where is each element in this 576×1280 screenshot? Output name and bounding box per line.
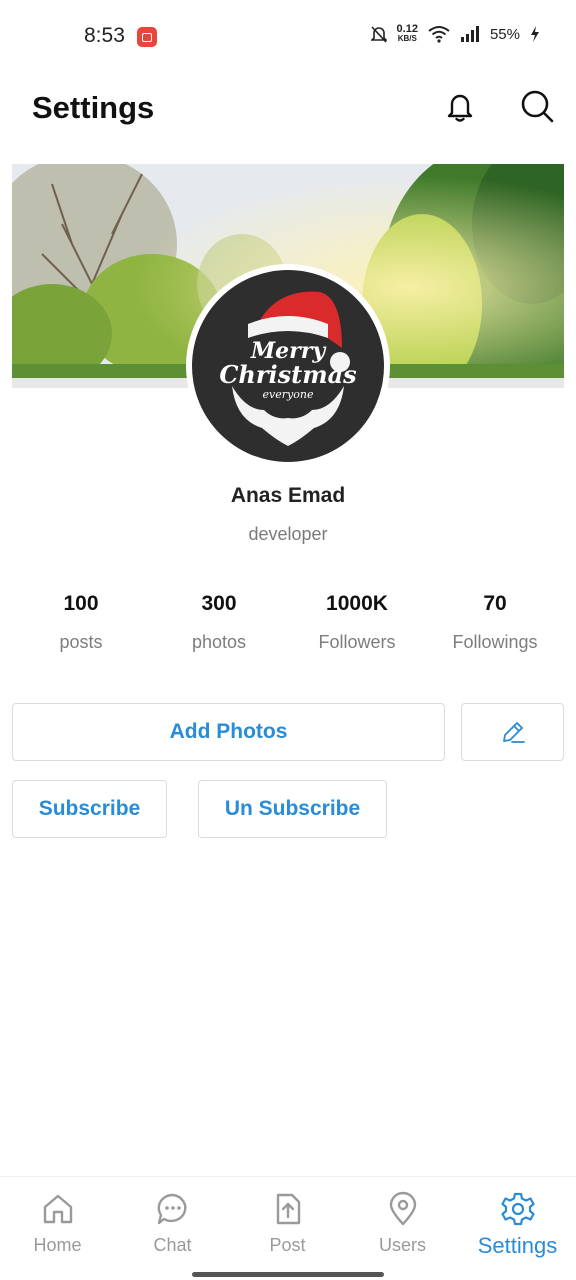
stat-followers[interactable]: 1000K Followers (288, 592, 426, 653)
location-icon (389, 1191, 416, 1226)
upload-icon (276, 1193, 300, 1225)
subscribe-button[interactable]: Subscribe (12, 780, 167, 838)
nav-label: Home (33, 1235, 82, 1255)
net-speed: 0.12 KB/S (397, 24, 418, 44)
screen-record-icon (137, 27, 157, 47)
stat-posts[interactable]: 100 posts (12, 592, 150, 653)
nav-label: Settings (477, 1233, 558, 1258)
bell-icon[interactable] (442, 88, 478, 124)
app-header: Settings (0, 72, 576, 152)
battery-level: 55% (489, 25, 520, 43)
home-indicator[interactable] (192, 1272, 384, 1277)
avatar-text-christmas: Christmas (219, 360, 357, 389)
unsubscribe-button[interactable]: Un Subscribe (198, 780, 387, 838)
stat-photos[interactable]: 300 photos (150, 592, 288, 653)
status-bar: 8:53 0.12 KB/S 55% (0, 0, 576, 72)
net-speed-unit: KB/S (397, 34, 417, 43)
nav-item-users[interactable]: Users (345, 1191, 460, 1256)
stat-value: 1000K (326, 592, 388, 615)
status-time: 8:53 (84, 24, 125, 47)
wifi-icon (428, 26, 450, 43)
mute-icon (370, 26, 387, 43)
charging-icon (531, 26, 539, 42)
nav-item-home[interactable]: Home (0, 1191, 115, 1256)
status-indicators: 0.12 KB/S 55% (370, 24, 540, 44)
profile-stats: 100 posts 300 photos 1000K Followers 70 … (12, 592, 564, 653)
stat-value: 100 (63, 592, 99, 615)
nav-label: Users (378, 1235, 426, 1255)
add-photos-button[interactable]: Add Photos (12, 703, 445, 761)
avatar[interactable]: Merry Christmas everyone (186, 264, 390, 468)
pencil-icon (502, 722, 525, 743)
stat-label: Followers (318, 632, 396, 652)
stat-value: 70 (483, 592, 507, 615)
page-title: Settings (32, 90, 155, 125)
home-icon (43, 1194, 72, 1224)
edit-profile-button[interactable] (461, 703, 564, 761)
nav-label: Post (269, 1235, 306, 1255)
profile-name: Anas Emad (230, 484, 346, 507)
signal-icon (460, 26, 479, 42)
bottom-nav: Home Chat Post Users Settings (0, 1176, 576, 1280)
nav-item-settings[interactable]: Settings (460, 1191, 575, 1259)
profile-role: developer (248, 524, 328, 544)
nav-item-chat[interactable]: Chat (115, 1191, 230, 1256)
chat-icon (157, 1193, 186, 1225)
gear-icon (500, 1192, 535, 1226)
stat-followings[interactable]: 70 Followings (426, 592, 564, 653)
stat-label: photos (191, 632, 247, 652)
stat-label: posts (59, 632, 103, 652)
search-icon[interactable] (519, 88, 555, 124)
avatar-image: Merry Christmas everyone (192, 270, 384, 462)
stat-value: 300 (201, 592, 237, 615)
nav-item-post[interactable]: Post (230, 1191, 345, 1256)
avatar-text-everyone: everyone (262, 388, 314, 401)
stat-label: Followings (452, 632, 538, 652)
nav-label: Chat (153, 1235, 192, 1255)
